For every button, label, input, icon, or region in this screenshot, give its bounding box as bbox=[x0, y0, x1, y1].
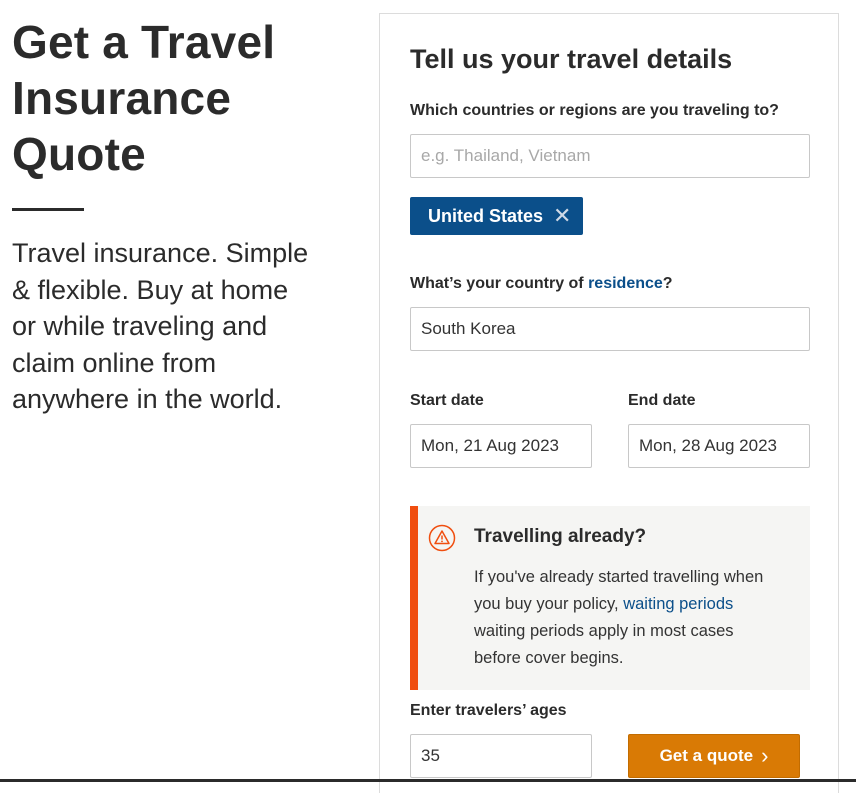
end-date-label: End date bbox=[628, 392, 696, 409]
chip-label: United States bbox=[428, 205, 544, 226]
ages-label: Enter travelers’ ages bbox=[410, 702, 567, 719]
form-heading: Tell us your travel details bbox=[410, 44, 733, 74]
destinations-input[interactable] bbox=[410, 134, 810, 178]
selected-country-chip: United States ✕ bbox=[410, 197, 584, 235]
notice-title: Travelling already? bbox=[474, 526, 647, 547]
chevron-right-icon: › bbox=[761, 743, 769, 768]
waiting-periods-link[interactable]: waiting periods bbox=[623, 595, 733, 613]
notice-body-suffix: waiting periods apply in most cases befo… bbox=[474, 622, 734, 667]
destinations-label: Which countries or regions are you trave… bbox=[410, 102, 779, 119]
warning-triangle-icon bbox=[428, 524, 456, 552]
get-quote-label: Get a quote bbox=[659, 746, 754, 765]
title-divider bbox=[12, 208, 84, 211]
page-title: Get a Travel Insurance Quote bbox=[12, 16, 276, 180]
start-date-input[interactable] bbox=[410, 424, 592, 468]
end-date-input[interactable] bbox=[628, 424, 810, 468]
residence-label-suffix: ? bbox=[662, 275, 673, 292]
traveler-age-input[interactable] bbox=[410, 734, 592, 778]
get-quote-button[interactable]: Get a quote › bbox=[628, 734, 800, 778]
hero-description: Travel insurance. Simple & flexible. Buy… bbox=[12, 238, 309, 414]
residence-label: What’s your country of residence? bbox=[410, 275, 673, 293]
close-icon[interactable]: ✕ bbox=[553, 205, 571, 227]
travelling-already-notice: Travelling already? If you've already st… bbox=[410, 506, 810, 690]
residence-input[interactable] bbox=[410, 307, 810, 351]
quote-form-card: Tell us your travel details Which countr… bbox=[379, 13, 839, 793]
residence-link[interactable]: residence bbox=[588, 275, 663, 292]
residence-label-text: What’s your country of bbox=[410, 275, 589, 292]
notice-body: If you've already started travelling whe… bbox=[474, 564, 774, 672]
hero-section: Get a Travel Insurance Quote Travel insu… bbox=[12, 14, 342, 418]
start-date-label: Start date bbox=[410, 392, 484, 409]
